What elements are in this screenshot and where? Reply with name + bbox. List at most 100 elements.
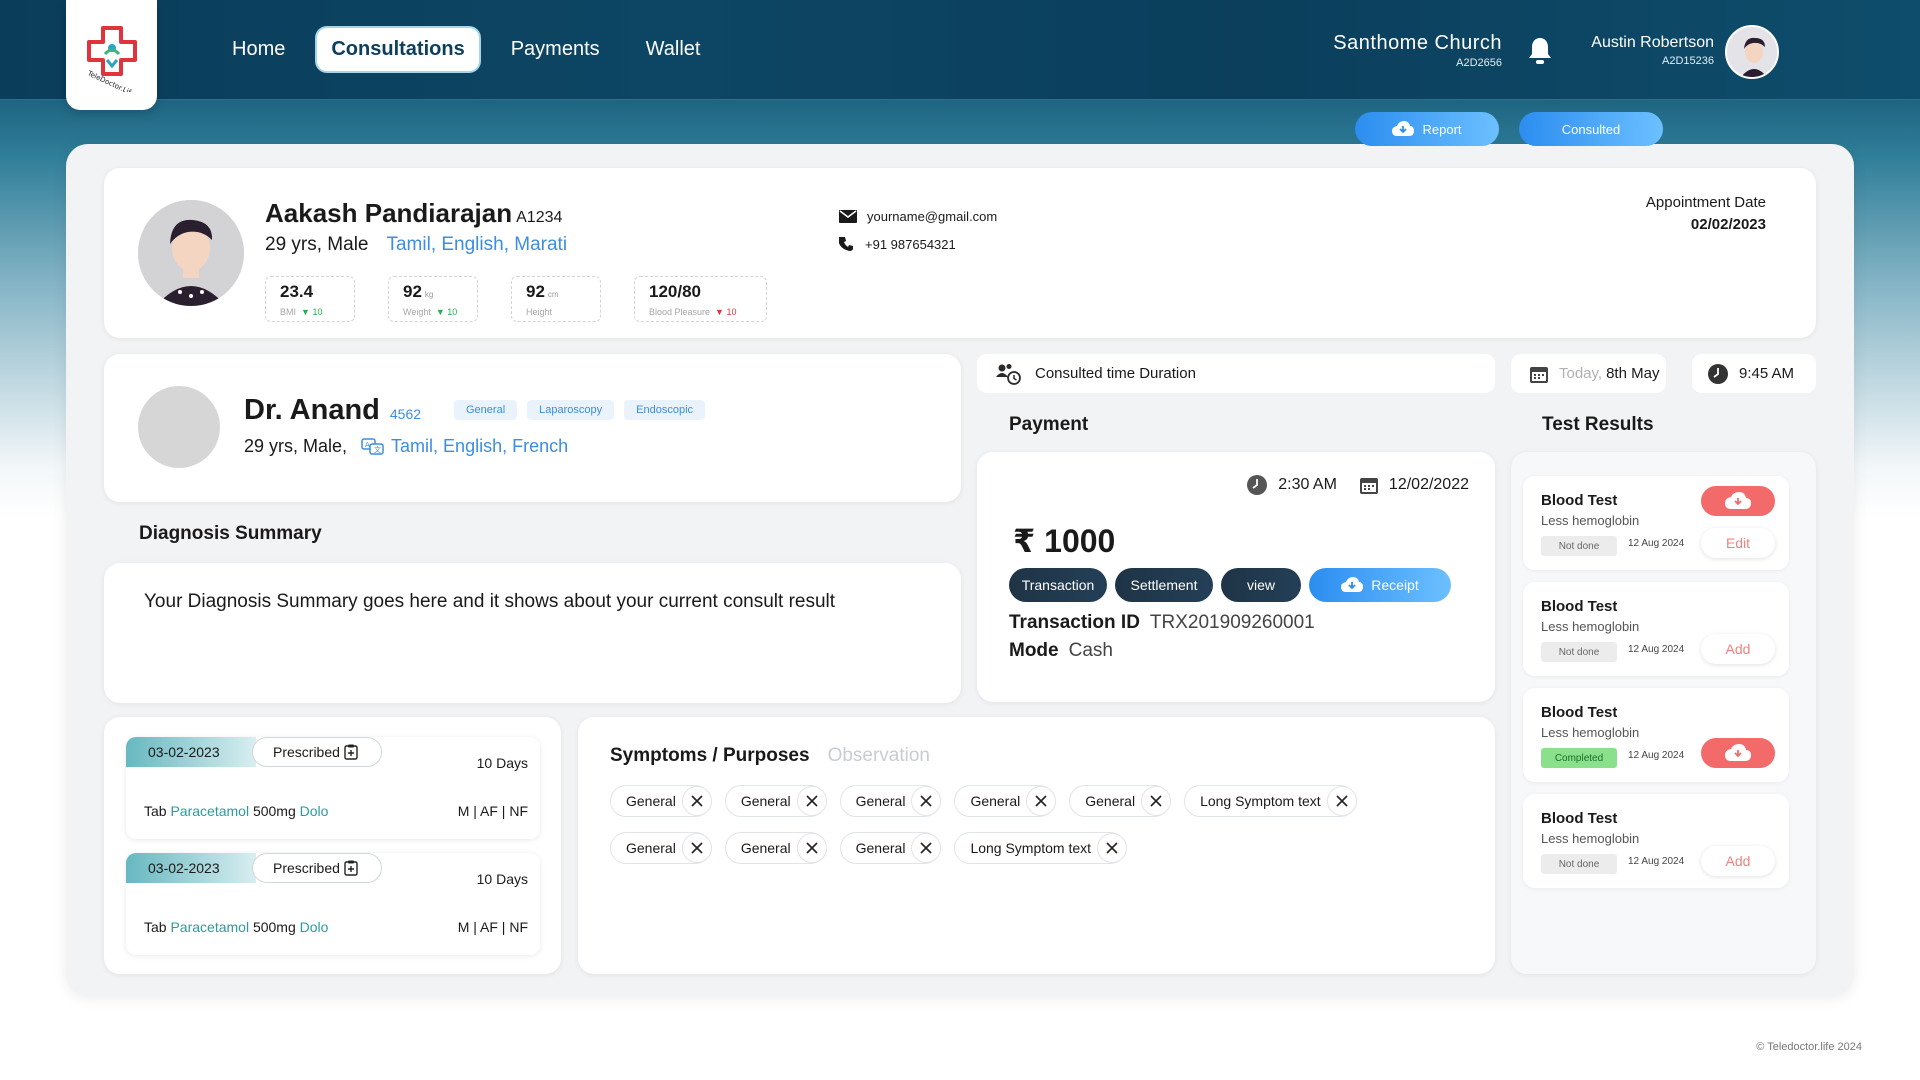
symptom-chip-label: General — [970, 793, 1021, 809]
appointment-date-label: Appointment Date — [1645, 194, 1766, 211]
symptom-chip-label: General — [855, 840, 906, 856]
prescription-frequency: M | AF | NF — [457, 919, 528, 935]
prescription-date: 03-02-2023 — [126, 737, 256, 767]
vital-delta-value: 10 — [447, 307, 458, 317]
user-info[interactable]: Austin Robertson A2D15236 — [1591, 34, 1714, 67]
symptom-chip-label: General — [1085, 793, 1136, 809]
remove-chip-button[interactable] — [911, 786, 942, 816]
edit-button[interactable]: Edit — [1701, 528, 1775, 558]
symptom-chip: General — [839, 832, 942, 864]
doctor-specialties: General Laparoscopy Endoscopic — [454, 400, 715, 420]
specialty-tag: Endoscopic — [624, 400, 706, 420]
specialty-tag: Laparoscopy — [527, 400, 615, 420]
vital-value: 120/80 — [649, 282, 701, 301]
diagnosis-text: Your Diagnosis Summary goes here and it … — [144, 591, 836, 612]
vital-value: 23.4 — [280, 282, 314, 301]
app-logo[interactable]: TeleDoctor.Life — [66, 0, 157, 110]
teledoctor-logo-icon: TeleDoctor.Life — [85, 26, 137, 92]
symptom-chip: General — [610, 832, 712, 864]
remove-chip-button[interactable] — [1026, 786, 1057, 816]
remove-chip-button[interactable] — [681, 833, 712, 863]
remove-chip-button[interactable] — [1326, 786, 1357, 816]
nav-home[interactable]: Home — [218, 28, 299, 71]
svg-text:文: 文 — [374, 445, 381, 454]
user-clock-icon — [996, 363, 1021, 385]
status-badge: Not done — [1541, 642, 1617, 662]
close-icon — [691, 795, 703, 807]
download-button[interactable] — [1701, 738, 1775, 768]
remove-chip-button[interactable] — [1141, 786, 1172, 816]
clinic-location[interactable]: Santhome Church A2D2656 — [1333, 32, 1502, 69]
symptom-chip: Long Symptom text — [1184, 785, 1357, 817]
test-title: Blood Test — [1541, 810, 1618, 827]
remove-chip-button[interactable] — [796, 786, 827, 816]
payment-card: 2:30 AM 12/02/2022 ₹ 1000 Transaction Se… — [977, 452, 1495, 702]
vitals-row: 23.4 BMI ▼ 10 92 kg Weight ▼ 10 92 cm Height… — [265, 276, 800, 322]
diagnosis-summary-title: Diagnosis Summary — [139, 523, 322, 544]
patient-phone[interactable]: +91 987654321 — [865, 237, 956, 252]
patient-avatar — [138, 200, 244, 306]
tab-symptoms[interactable]: Symptoms / Purposes — [610, 745, 810, 767]
top-navigation-bar: TeleDoctor.Life Home Consultations Payme… — [0, 0, 1920, 110]
doctor-age-gender: 29 yrs, Male, — [244, 436, 348, 456]
vital-label: Height — [526, 307, 553, 317]
doctor-name-text: Dr. Anand — [244, 394, 380, 426]
close-icon — [1106, 842, 1118, 854]
prescribed-label: Prescribed — [273, 860, 340, 876]
patient-contact: yourname@gmail.com +91 987654321 — [839, 202, 997, 258]
prescription-days: 10 Days — [476, 871, 528, 887]
view-button[interactable]: view — [1221, 568, 1301, 602]
receipt-label: Receipt — [1371, 577, 1419, 593]
med-brand: Dolo — [299, 919, 329, 935]
specialty-tag: General — [454, 400, 518, 420]
patient-age-gender: 29 yrs, Male — [265, 234, 369, 255]
test-date: 12 Aug 2024 — [1628, 750, 1685, 761]
symptom-chip: General — [1069, 785, 1172, 817]
language-icon: A 文 — [361, 437, 384, 455]
prescription-date: 03-02-2023 — [126, 853, 256, 883]
transaction-id-row: Transaction ID TRX201909260001 — [1009, 612, 1315, 634]
receipt-button[interactable]: Receipt — [1309, 568, 1451, 602]
tab-observation[interactable]: Observation — [828, 745, 930, 767]
symptom-chip: General — [724, 785, 827, 817]
remove-chip-button[interactable] — [681, 786, 712, 816]
payment-time: 2:30 AM — [1278, 476, 1337, 493]
patient-languages: Tamil, English, Marati — [386, 234, 568, 255]
test-title: Blood Test — [1541, 492, 1618, 509]
close-icon — [1336, 795, 1348, 807]
report-button[interactable]: Report — [1355, 112, 1499, 146]
doctor-languages: Tamil, English, French — [391, 436, 569, 456]
consult-time-value: 9:45 AM — [1739, 365, 1795, 382]
download-button[interactable] — [1701, 486, 1775, 516]
close-icon — [920, 795, 933, 807]
transaction-button[interactable]: Transaction — [1009, 568, 1107, 602]
clipboard-icon — [344, 744, 358, 760]
mail-icon — [839, 209, 857, 223]
vital-delta-value: 10 — [726, 307, 737, 317]
consulted-duration: Consulted time Duration — [977, 354, 1495, 393]
remove-chip-button[interactable] — [1097, 833, 1128, 863]
consulted-button[interactable]: Consulted — [1519, 112, 1663, 146]
prescription-item[interactable]: 03-02-2023 Prescribed 10 Days Tab Parace… — [126, 737, 540, 839]
nav-consultations[interactable]: Consultations — [317, 28, 479, 71]
add-button[interactable]: Add — [1701, 634, 1775, 664]
nav-wallet[interactable]: Wallet — [632, 28, 715, 71]
close-icon — [1035, 795, 1047, 807]
patient-name: Aakash Pandiarajan A1234 — [265, 198, 562, 229]
test-subtitle: Less hemoglobin — [1541, 725, 1640, 740]
patient-email[interactable]: yourname@gmail.com — [867, 209, 997, 224]
test-result-item: Blood Test Less hemoglobin Not done 12 A… — [1523, 582, 1789, 676]
vital-blood-pressure: 120/80 Blood Pleasure ▼ 10 — [634, 276, 767, 322]
nav-payments[interactable]: Payments — [497, 28, 614, 71]
prescription-item[interactable]: 03-02-2023 Prescribed 10 Days Tab Parace… — [126, 853, 540, 955]
symptom-chip-label: General — [626, 840, 676, 856]
status-badge: Not done — [1541, 854, 1617, 874]
patient-card: Aakash Pandiarajan A1234 29 yrs, Male Tami… — [104, 168, 1816, 338]
remove-chip-button[interactable] — [911, 833, 942, 863]
close-icon — [806, 795, 818, 807]
remove-chip-button[interactable] — [796, 833, 827, 863]
avatar[interactable] — [1725, 25, 1779, 79]
add-button[interactable]: Add — [1701, 846, 1775, 876]
settlement-button[interactable]: Settlement — [1115, 568, 1213, 602]
bell-icon[interactable] — [1527, 36, 1553, 71]
